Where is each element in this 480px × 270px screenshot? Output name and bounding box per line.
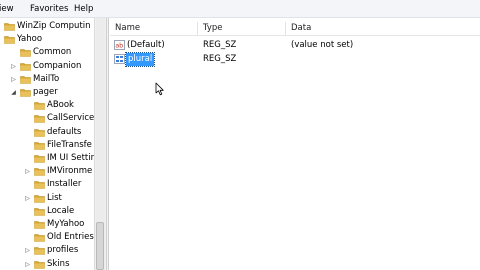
list-header: Name Type Data (110, 22, 480, 36)
menu-view[interactable]: iew (0, 3, 14, 15)
tree-item[interactable]: defaults (0, 126, 94, 139)
tree-item-label: Companion (33, 60, 82, 71)
tree-item-label: IM UI Settir (47, 153, 94, 163)
value-name: (Default) (127, 40, 165, 50)
menu-favorites[interactable]: Favorites (30, 3, 68, 15)
tree-item[interactable]: ◢ Yahoo (0, 33, 94, 46)
tree-item-label: defaults (47, 126, 82, 137)
values-list: Name Type Data ab (Default) REG_SZ (valu… (110, 18, 480, 270)
key-tree: WinZip Computin ◢ Yahoo Common ▷ Companion ▷ Ma… (0, 18, 94, 270)
mouse-cursor-icon (155, 82, 164, 96)
value-row[interactable]: ab (Default) REG_SZ (value not set) (112, 39, 478, 52)
value-data: (value not set) (291, 40, 354, 50)
tree-item-label: Yahoo (17, 34, 43, 45)
menu-help[interactable]: Help (74, 3, 93, 15)
folder-icon (34, 115, 45, 124)
registry-editor-window: iew Favorites Help WinZip Computin ◢ Yahoo… (0, 0, 480, 270)
tree-item-label: Installer (47, 179, 82, 190)
tree-item-label: ABook (47, 100, 74, 111)
tree-item[interactable]: Locale (0, 205, 94, 218)
string-value-icon: ab (114, 40, 125, 50)
tree-item-label: MyYahoo (47, 219, 85, 229)
svg-text:ab: ab (115, 41, 123, 49)
tree-item-label: CallService (47, 113, 94, 124)
folder-icon (34, 155, 45, 163)
folder-icon (34, 234, 45, 242)
tree-item[interactable]: ▷ Skins (0, 258, 94, 270)
tree-item-label: Skins (47, 258, 70, 269)
tree-collapsed-icon[interactable]: ▷ (24, 244, 31, 257)
folder-icon (34, 141, 45, 150)
folder-icon (4, 23, 15, 31)
pane-splitter[interactable] (106, 18, 109, 270)
tree-item-label: Old Entries (47, 232, 94, 243)
tree-scrollbar[interactable] (94, 18, 106, 270)
tree-scrollbar-thumb[interactable] (96, 222, 104, 270)
folder-icon (34, 128, 45, 137)
tree-collapsed-icon[interactable]: ▷ (24, 192, 31, 205)
value-name[interactable]: plural (124, 52, 156, 67)
folder-icon (20, 75, 31, 84)
folder-icon (34, 221, 45, 229)
column-header-name[interactable]: Name (115, 22, 140, 35)
tree-item[interactable]: ▷ List (0, 192, 94, 205)
tree-collapsed-icon[interactable]: ▷ (10, 60, 17, 73)
tree-item[interactable]: CallService (0, 112, 94, 125)
tree-item[interactable]: WinZip Computin (0, 20, 94, 33)
tree-item[interactable]: IM UI Settir (0, 152, 94, 165)
tree-item[interactable]: ▷ IMVironme (0, 165, 94, 178)
tree-expanded-icon[interactable]: ◢ (0, 33, 1, 46)
value-type: REG_SZ (203, 40, 237, 50)
value-type: REG_SZ (203, 54, 237, 64)
folder-icon (34, 194, 45, 203)
tree-expanded-icon[interactable]: ◢ (10, 86, 17, 99)
tree-item-label: FileTransfe (47, 139, 92, 150)
folder-icon (4, 36, 15, 44)
folder-icon (20, 89, 31, 97)
folder-icon (34, 102, 45, 110)
folder-icon (20, 49, 31, 58)
tree-item-label: WinZip Computin (17, 21, 91, 31)
folder-icon (34, 181, 45, 190)
folder-icon (34, 247, 45, 256)
tree-collapsed-icon[interactable]: ▷ (24, 165, 31, 178)
column-header-type[interactable]: Type (203, 22, 223, 35)
tree-item[interactable]: Installer (0, 178, 94, 191)
tree-item-label: pager (33, 87, 58, 97)
tree-item[interactable]: ▷ MailTo (0, 73, 94, 86)
tree-item[interactable]: ABook (0, 99, 94, 112)
tree-item-label: profiles (47, 245, 79, 256)
column-divider[interactable] (197, 22, 198, 36)
folder-icon (20, 62, 31, 71)
tree-item[interactable]: ▷ profiles (0, 244, 94, 257)
tree-item[interactable]: ◢ pager (0, 86, 94, 99)
tree-item[interactable]: MyYahoo (0, 218, 94, 231)
folder-icon (34, 207, 45, 216)
folder-icon (34, 168, 45, 176)
tree-item[interactable]: Common (0, 46, 94, 59)
binary-value-icon (114, 54, 125, 64)
tree-collapsed-icon[interactable]: ▷ (24, 258, 31, 270)
menu-bar: iew Favorites Help (0, 0, 480, 18)
tree-item-label: List (47, 192, 62, 203)
tree-item[interactable]: ▷ Companion (0, 60, 94, 73)
tree-item-label: IMVironme (47, 166, 93, 177)
tree-item-label: Locale (47, 205, 75, 216)
column-divider[interactable] (285, 22, 286, 36)
tree-item[interactable]: FileTransfe (0, 139, 94, 152)
tree-item-label: MailTo (33, 73, 60, 84)
column-header-data[interactable]: Data (291, 22, 311, 35)
tree-item[interactable]: Old Entries (0, 231, 94, 244)
tree-item-label: Common (33, 47, 72, 58)
value-row[interactable]: plural REG_SZ (112, 52, 478, 67)
folder-icon (34, 260, 45, 269)
tree-collapsed-icon[interactable]: ▷ (10, 73, 17, 86)
